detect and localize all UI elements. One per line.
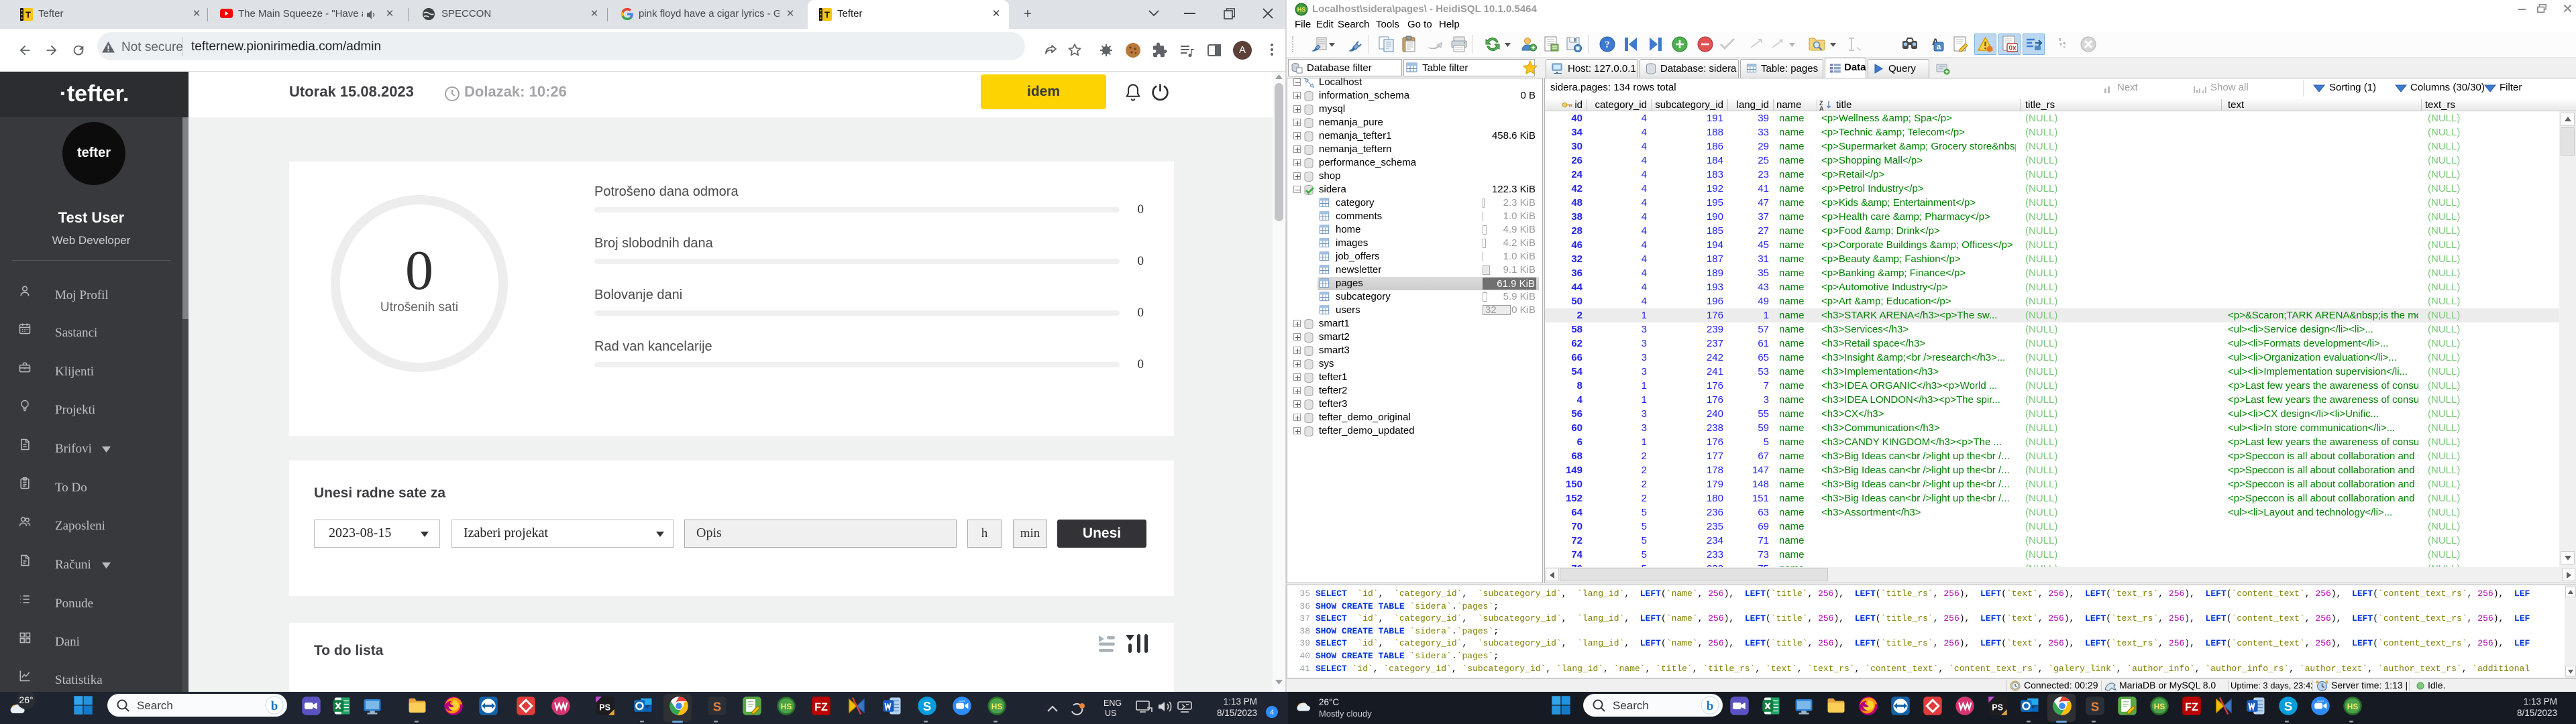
- svg-text:?: ?: [1605, 40, 1610, 50]
- svg-text:T: T: [25, 10, 31, 20]
- svg-text:Search: Search: [137, 699, 173, 712]
- svg-text:1:13 PM: 1:13 PM: [1224, 697, 1257, 707]
- svg-text:26°C: 26°C: [1319, 697, 1339, 707]
- svg-text:0x: 0x: [2008, 45, 2017, 52]
- svg-text:8/15/2023: 8/15/2023: [1217, 708, 1257, 718]
- svg-text:a: a: [1937, 42, 1941, 52]
- svg-text:8/15/2023: 8/15/2023: [2517, 708, 2557, 718]
- svg-text:A: A: [1819, 105, 1824, 111]
- svg-text:HS: HS: [1297, 7, 1306, 13]
- svg-text:Search: Search: [1613, 699, 1649, 712]
- svg-text:b: b: [271, 699, 278, 713]
- svg-text:T: T: [824, 10, 830, 20]
- svg-text:b: b: [1707, 699, 1714, 713]
- svg-text:ENG: ENG: [1104, 699, 1122, 708]
- svg-text:26°: 26°: [19, 695, 33, 705]
- svg-text:Mostly cloudy: Mostly cloudy: [1319, 709, 1372, 719]
- svg-text:4: 4: [1270, 709, 1274, 717]
- svg-text:US: US: [1105, 709, 1116, 718]
- svg-text:1:13 PM: 1:13 PM: [2524, 697, 2557, 707]
